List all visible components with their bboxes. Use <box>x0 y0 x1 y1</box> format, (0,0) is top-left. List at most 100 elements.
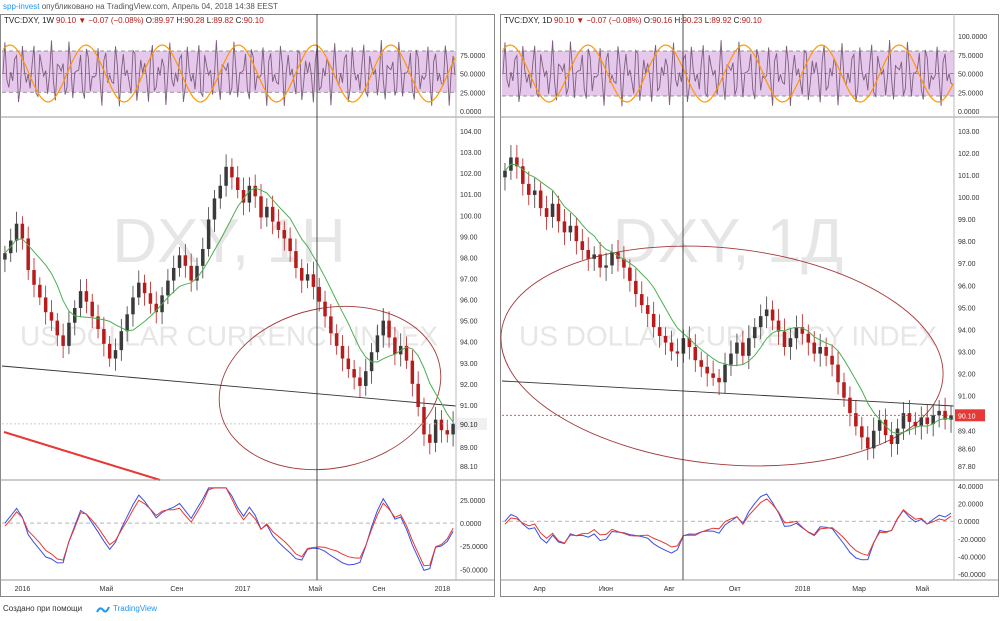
price-tick-label: 93.00 <box>460 361 478 368</box>
candle-body <box>171 267 176 281</box>
candle-body <box>895 428 900 444</box>
candle-body <box>102 329 106 344</box>
candle-body <box>387 320 391 338</box>
candle-body <box>393 337 397 355</box>
candle-body <box>90 301 94 317</box>
macd-tick-label: -50.0000 <box>460 567 488 574</box>
candle-body <box>230 166 234 178</box>
candle-body <box>276 221 281 231</box>
candle-body <box>503 170 507 178</box>
candle-body <box>451 423 455 435</box>
candle-body <box>830 355 834 365</box>
candle-body <box>282 230 287 239</box>
candle-body <box>317 286 321 302</box>
price-tick-label: 97.00 <box>958 261 976 268</box>
macd-tick-label: -20.0000 <box>958 537 986 544</box>
candle-body <box>842 382 846 398</box>
candle-body <box>206 219 211 249</box>
candle-body <box>247 185 252 203</box>
candle-body <box>428 434 432 443</box>
candle-body <box>556 203 561 222</box>
price-tick-label: 95.00 <box>958 305 976 312</box>
time-label: Июн <box>599 586 613 593</box>
price-tick-label: 100.00 <box>460 213 482 220</box>
price-tick-label: 94.00 <box>958 327 976 334</box>
weekly-chart[interactable]: 75.0000 50.0000 25.0000 0.0000 DXY, 1Н US DO… <box>0 14 500 597</box>
daily-chart[interactable]: 100.0000 75.0000 50.0000 25.0000 0.0000 DXY,… <box>500 14 1000 597</box>
candle-body <box>340 345 345 359</box>
candle-body <box>177 255 182 268</box>
candle-body <box>329 316 333 334</box>
price-tick-label: 102.00 <box>958 151 980 158</box>
price-tick-label: 92.00 <box>460 382 478 389</box>
candle-body <box>352 369 356 378</box>
price-tick-label: 95.00 <box>460 319 478 326</box>
tradingview-logo-icon <box>96 606 110 612</box>
macd-tick-label: 20.0000 <box>958 502 983 509</box>
candle-body <box>550 203 555 217</box>
watermark-name: US DOLLAR CURRENCY INDEX <box>519 321 937 352</box>
candle-body <box>871 430 876 449</box>
candle-body <box>538 190 543 209</box>
made-with-label: Создано при помощи <box>3 604 83 613</box>
candle-body <box>729 353 733 365</box>
candle-body <box>705 366 709 374</box>
candle-body <box>574 225 579 242</box>
candle-body <box>752 327 757 339</box>
candle-body <box>657 327 662 336</box>
time-label: Окт <box>729 586 742 593</box>
candle-body <box>651 313 656 328</box>
price-tick-label: 101.00 <box>460 192 482 199</box>
candle-body <box>568 225 573 233</box>
candle-body <box>628 267 632 281</box>
tradingview-brand: TradingView <box>113 604 158 613</box>
watermark-symbol: DXY, 1Д <box>613 207 843 276</box>
candle-body <box>61 335 65 346</box>
candle-body <box>526 183 531 195</box>
candle-body <box>937 410 941 416</box>
tradingview-link[interactable]: TradingView <box>96 598 157 620</box>
author-link[interactable]: spp-invest <box>3 2 39 11</box>
candle-body <box>201 248 205 266</box>
macd-tick-label: 40.0000 <box>958 484 983 491</box>
chart-title: TVC:DXY, 1D <box>504 16 553 25</box>
candle-body <box>224 166 228 186</box>
macd-tick-label: -40.0000 <box>958 554 986 561</box>
osc-tick-label: 50.0000 <box>460 72 485 79</box>
candle-body <box>860 426 864 438</box>
osc-tick-label: 50.0000 <box>958 72 983 79</box>
candle-body <box>375 335 380 353</box>
candle-body <box>645 305 650 314</box>
price-tick-label: 91.00 <box>958 393 976 400</box>
candle-body <box>410 360 415 384</box>
candle-body <box>334 333 339 346</box>
candle-body <box>604 265 608 268</box>
price-tick-label: 96.00 <box>460 298 478 305</box>
candle-body <box>663 335 668 343</box>
ohlc-readout: 90.10 ▼ −0.07 (−0.08%) O:90.16 H:90.23 L… <box>554 16 762 25</box>
candle-body <box>142 282 147 294</box>
candle-body <box>848 397 852 414</box>
candle-body <box>3 253 7 260</box>
candle-body <box>669 342 674 352</box>
candle-body <box>889 435 894 444</box>
publish-header: spp-invest опубликовано на TradingView.c… <box>0 0 1000 13</box>
candle-body <box>305 274 310 281</box>
candle-body <box>259 196 263 218</box>
chart-title: TVC:DXY, 1W <box>4 16 55 25</box>
candle-body <box>212 198 217 220</box>
chart-frame <box>500 14 999 597</box>
candle-body <box>265 206 269 218</box>
candle-body <box>43 297 48 313</box>
candle-body <box>288 238 292 252</box>
time-label: 2016 <box>15 586 31 593</box>
candle-body <box>562 221 567 233</box>
candle-body <box>78 291 83 308</box>
candle-body <box>735 342 739 354</box>
ohlc-readout: 90.10 ▼ −0.07 (−0.08%) O:89.97 H:90.28 L… <box>56 16 264 25</box>
time-label: Май <box>916 585 930 593</box>
candle-body <box>723 364 727 383</box>
candle-body <box>925 417 930 425</box>
candle-body <box>32 270 36 285</box>
candle-body <box>183 255 188 266</box>
